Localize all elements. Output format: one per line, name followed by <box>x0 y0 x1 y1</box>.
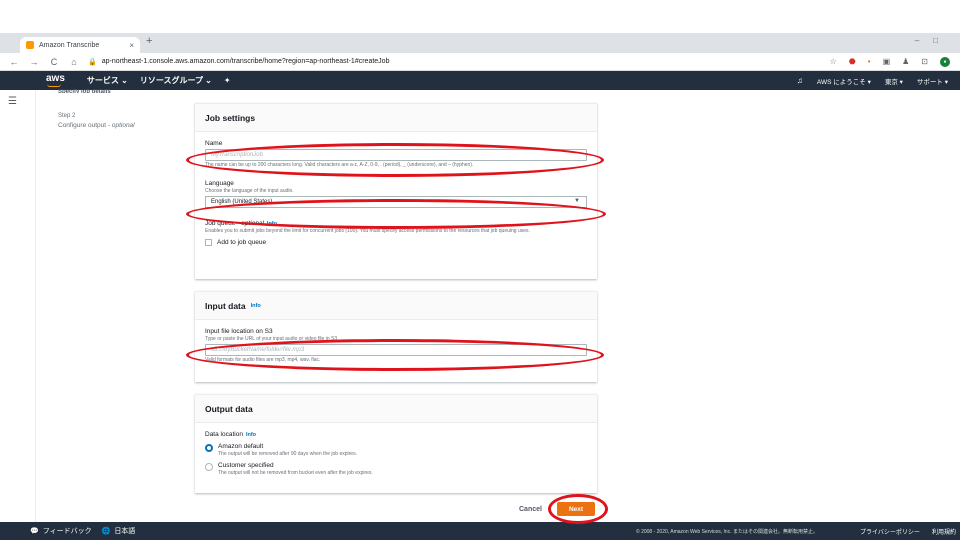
window-controls[interactable]: –□ <box>915 36 952 45</box>
region-menu[interactable]: 東京 ▾ <box>885 76 903 86</box>
s3-valid-formats: Valid formats for audio files are mp3, m… <box>205 357 321 363</box>
language-link[interactable]: 🌐 日本語 <box>102 526 136 536</box>
name-description: The name can be up to 200 characters lon… <box>205 162 474 168</box>
language-selected-value: English (United States) <box>211 199 273 205</box>
home-icon[interactable]: ⌂ <box>68 57 80 67</box>
tab-title: Amazon Transcribe <box>39 41 100 49</box>
tab-close-icon[interactable]: × <box>129 41 134 50</box>
services-menu[interactable]: サービス ⌄ <box>87 75 128 86</box>
amazon-default-label: Amazon default <box>218 443 264 450</box>
url-field[interactable]: 🔒 ap-northeast-1.console.aws.amazon.com/… <box>88 55 830 69</box>
hamburger-menu-icon[interactable]: ☰ <box>8 96 17 107</box>
job-settings-title: Job settings <box>205 112 256 123</box>
back-arrow-icon[interactable]: ← <box>8 57 20 67</box>
cancel-button[interactable]: Cancel <box>519 506 542 513</box>
screen-extension-icon[interactable]: ▣ <box>883 57 891 66</box>
job-queue-description: Enables you to submit jobs beyond the li… <box>205 228 530 234</box>
browser-tab[interactable]: Amazon Transcribe × <box>20 37 140 53</box>
aws-logo[interactable]: aws <box>46 73 65 87</box>
job-settings-panel: Job settings Name MyTranscriptionJob The… <box>195 103 597 279</box>
data-location-label: Data location Info <box>205 431 587 438</box>
person-extension-icon[interactable]: ♟ <box>902 57 909 66</box>
dot-extension-icon[interactable]: • <box>868 57 871 66</box>
top-whitespace <box>0 0 960 33</box>
feedback-link[interactable]: 💬 フィードバック <box>30 526 92 536</box>
output-data-panel: Output data Data location Info Amazon def… <box>195 394 597 493</box>
step2-optional-text: optional <box>111 122 135 129</box>
aws-console-footer: 💬 フィードバック 🌐 日本語 © 2008 - 2020, Amazon Web … <box>0 522 960 540</box>
lock-icon: 🔒 <box>88 58 97 66</box>
step2-description[interactable]: Configure output - optional <box>58 122 135 129</box>
input-data-title: Input data <box>205 300 246 311</box>
support-menu[interactable]: サポート ▾ <box>917 76 948 86</box>
customer-specified-label: Customer specified <box>218 462 274 469</box>
url-text: ap-northeast-1.console.aws.amazon.com/tr… <box>101 58 390 65</box>
add-to-queue-label: Add to job queue <box>217 239 267 246</box>
terms-link[interactable]: 利用規約 <box>932 527 956 536</box>
privacy-policy-link[interactable]: プライバシーポリシー <box>860 527 920 536</box>
left-navigation-rail: ☰ <box>0 90 36 522</box>
shield-extension-icon[interactable]: ⬣ <box>849 57 856 66</box>
feedback-text: フィードバック <box>42 528 92 535</box>
job-queue-label: Job queue - optional Info <box>205 220 587 227</box>
language-select[interactable]: English (United States) ▼ <box>205 196 587 208</box>
s3-location-description: Type or paste the URL of your input audi… <box>205 336 339 342</box>
job-settings-header: Job settings <box>195 104 597 132</box>
copyright-text: © 2008 - 2020, Amazon Web Services, Inc.… <box>636 528 818 535</box>
resource-groups-menu[interactable]: リソースグループ ⌄ <box>140 75 212 86</box>
add-to-queue-row[interactable]: Add to job queue <box>205 239 587 246</box>
input-data-info-link[interactable]: Info <box>251 303 261 309</box>
step2-desc-text: Configure output - <box>58 122 112 129</box>
bell-icon[interactable]: ♫ <box>797 76 803 85</box>
aws-console-header: aws サービス ⌄ リソースグループ ⌄ ✦ ♫ AWS にようこそ ▾ 東京… <box>0 71 960 90</box>
pin-icon[interactable]: ✦ <box>224 76 231 85</box>
step1-heading[interactable]: Specify job details <box>58 89 111 93</box>
job-queue-optional-text: optional <box>241 220 264 227</box>
language-label: Language <box>205 180 234 187</box>
name-label: Name <box>205 140 223 147</box>
extension-icons: ☆ ⬣ • ▣ ♟ ⊡ ● <box>830 56 950 67</box>
account-menu[interactable]: AWS にようこそ ▾ <box>817 76 871 86</box>
input-data-header: Input data Info <box>195 292 597 320</box>
data-location-label-text: Data location <box>205 431 243 438</box>
job-name-input[interactable]: MyTranscriptionJob <box>205 149 587 161</box>
input-data-panel: Input data Info Input file location on S… <box>195 291 597 382</box>
customer-specified-option[interactable]: Customer specified The output will not b… <box>205 462 587 476</box>
job-queue-label-text: Job queue - <box>205 220 242 227</box>
s3-location-label: Input file location on S3 <box>205 328 273 335</box>
star-icon[interactable]: ☆ <box>830 57 837 66</box>
browser-addressbar: ← → C ⌂ 🔒 ap-northeast-1.console.aws.ama… <box>0 53 960 71</box>
amazon-default-radio[interactable] <box>205 444 213 452</box>
data-location-info-link[interactable]: Info <box>246 432 256 438</box>
s3-location-input[interactable]: s3://MyBucketName/folder/file.mp3 <box>205 344 587 356</box>
reload-icon[interactable]: C <box>48 57 60 67</box>
caret-down-icon: ▼ <box>574 198 580 204</box>
output-data-title: Output data <box>205 403 253 414</box>
output-data-header: Output data <box>195 395 597 423</box>
customer-specified-radio[interactable] <box>205 463 213 471</box>
job-queue-info-link[interactable]: Info <box>267 221 277 227</box>
aws-favicon-icon <box>26 41 34 49</box>
forward-arrow-icon[interactable]: → <box>28 57 40 67</box>
new-tab-button[interactable]: + <box>146 35 152 47</box>
add-to-queue-checkbox[interactable] <box>205 239 212 246</box>
browser-tabbar: Amazon Transcribe × <box>0 33 960 53</box>
customer-specified-description: The output will not be removed from buck… <box>218 470 373 476</box>
language-text: 日本語 <box>114 528 136 535</box>
step2-number: Step 2 <box>58 113 76 119</box>
download-extension-icon[interactable]: ⊡ <box>921 57 928 66</box>
amazon-default-option[interactable]: Amazon default The output will be remove… <box>205 443 587 457</box>
globe-icon: 🌐 <box>101 528 111 535</box>
next-button[interactable]: Next <box>557 502 595 516</box>
amazon-default-description: The output will be removed after 90 days… <box>218 451 357 457</box>
profile-avatar[interactable]: ● <box>940 56 950 67</box>
speech-bubble-icon: 💬 <box>30 528 39 535</box>
language-description: Choose the language of the input audio. <box>205 188 294 194</box>
